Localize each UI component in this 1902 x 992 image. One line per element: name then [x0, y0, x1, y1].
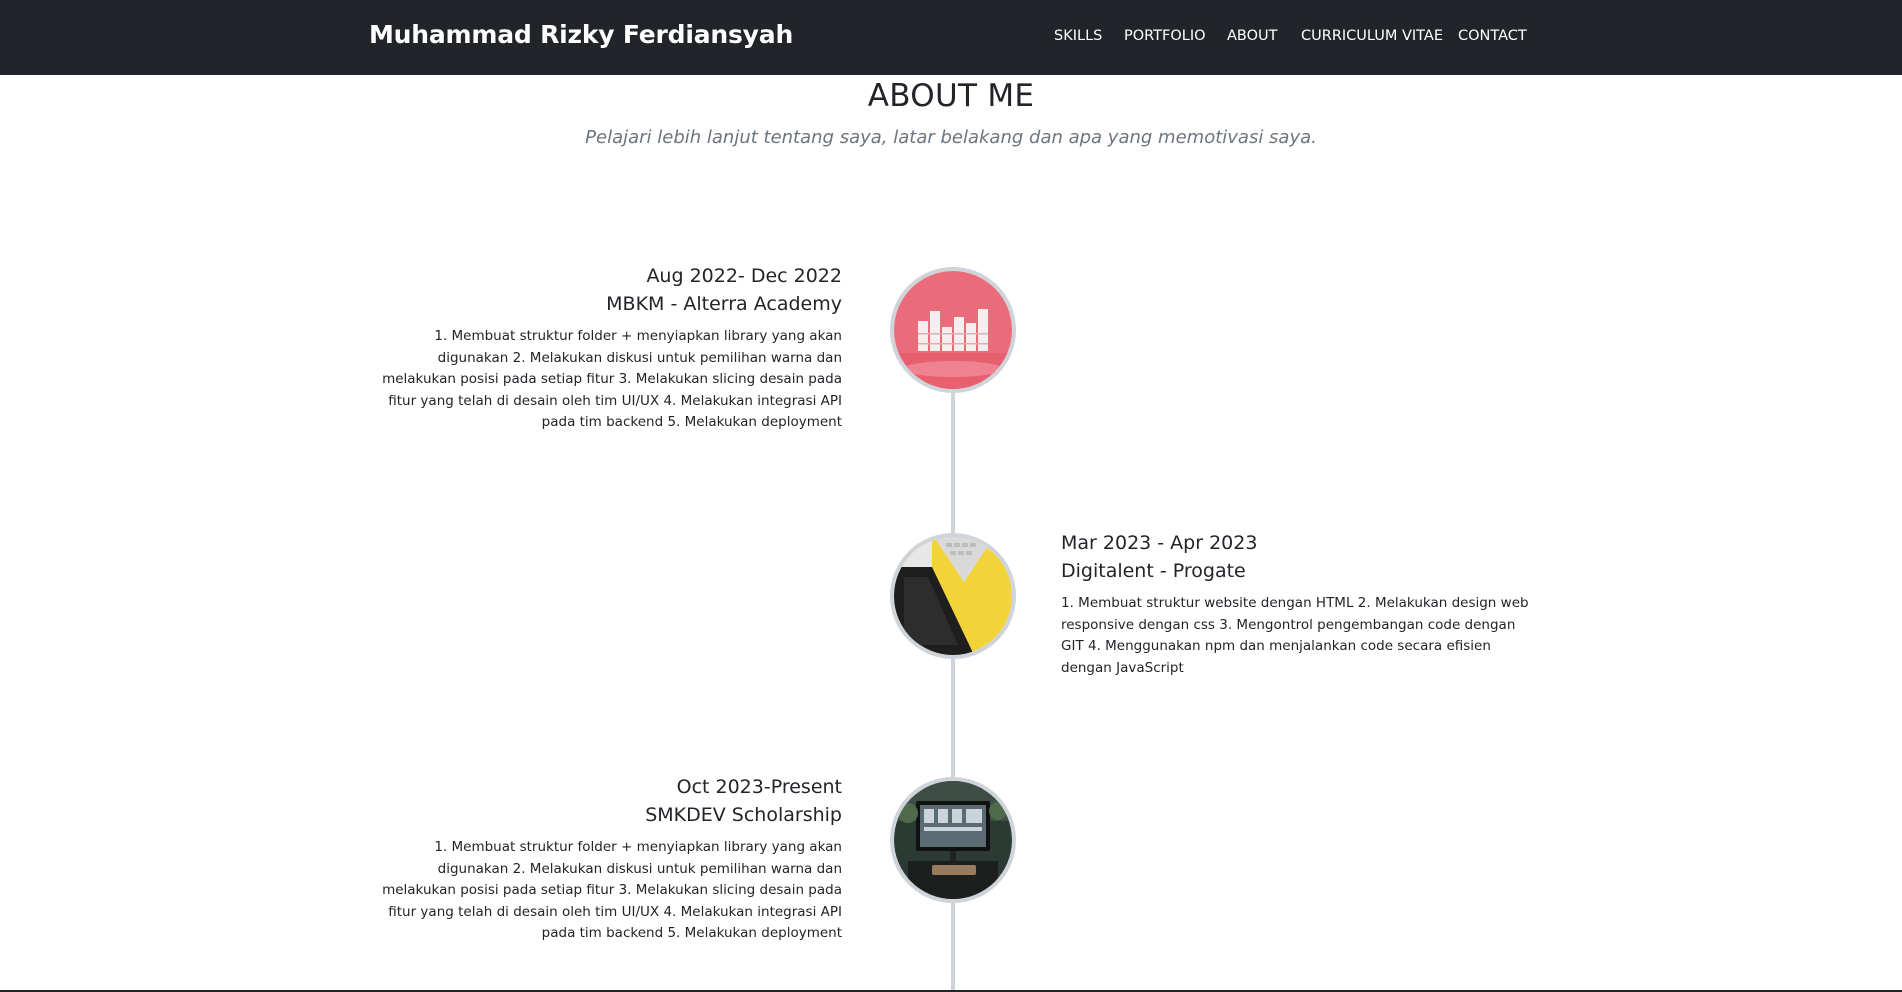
- nav-link-contact[interactable]: CONTACT: [1458, 28, 1527, 44]
- timeline-entry-2: Mar 2023 - Apr 2023 Digitalent - Progate…: [1061, 529, 1535, 679]
- timeline-description: 1. Membuat struktur folder + menyiapkan …: [382, 328, 842, 431]
- section-subtitle: Pelajari lebih lanjut tentang saya, lata…: [585, 127, 1317, 148]
- timeline-organization: Digitalent - Progate: [1061, 560, 1246, 582]
- timeline-date: Oct 2023-Present: [676, 776, 842, 798]
- navbar: Muhammad Rizky Ferdiansyah SKILLS PORTFO…: [0, 0, 1902, 75]
- timeline-date: Mar 2023 - Apr 2023: [1061, 532, 1258, 554]
- timeline-entry-1: Aug 2022- Dec 2022 MBKM - Alterra Academ…: [368, 262, 842, 434]
- timeline-date: Aug 2022- Dec 2022: [646, 265, 842, 287]
- nav-link-portfolio[interactable]: PORTFOLIO: [1124, 28, 1206, 44]
- yellow-laptop-image: [890, 533, 1016, 659]
- timeline-organization: SMKDEV Scholarship: [645, 804, 842, 826]
- nav-link-about[interactable]: ABOUT: [1227, 28, 1278, 44]
- brand-name[interactable]: Muhammad Rizky Ferdiansyah: [369, 20, 793, 49]
- timeline-entry-3: Oct 2023-Present SMKDEV Scholarship 1. M…: [368, 773, 842, 945]
- timeline-description: 1. Membuat struktur folder + menyiapkan …: [382, 839, 842, 942]
- desk-setup-image: [890, 777, 1016, 903]
- nav-link-curriculum-vitae[interactable]: CURRICULUM VITAE: [1301, 28, 1443, 44]
- timeline-organization: MBKM - Alterra Academy: [606, 293, 842, 315]
- section-title: ABOUT ME: [867, 78, 1035, 114]
- pink-blocks-image: [890, 267, 1016, 393]
- timeline-description: 1. Membuat struktur website dengan HTML …: [1061, 595, 1529, 676]
- nav-link-skills[interactable]: SKILLS: [1054, 28, 1102, 44]
